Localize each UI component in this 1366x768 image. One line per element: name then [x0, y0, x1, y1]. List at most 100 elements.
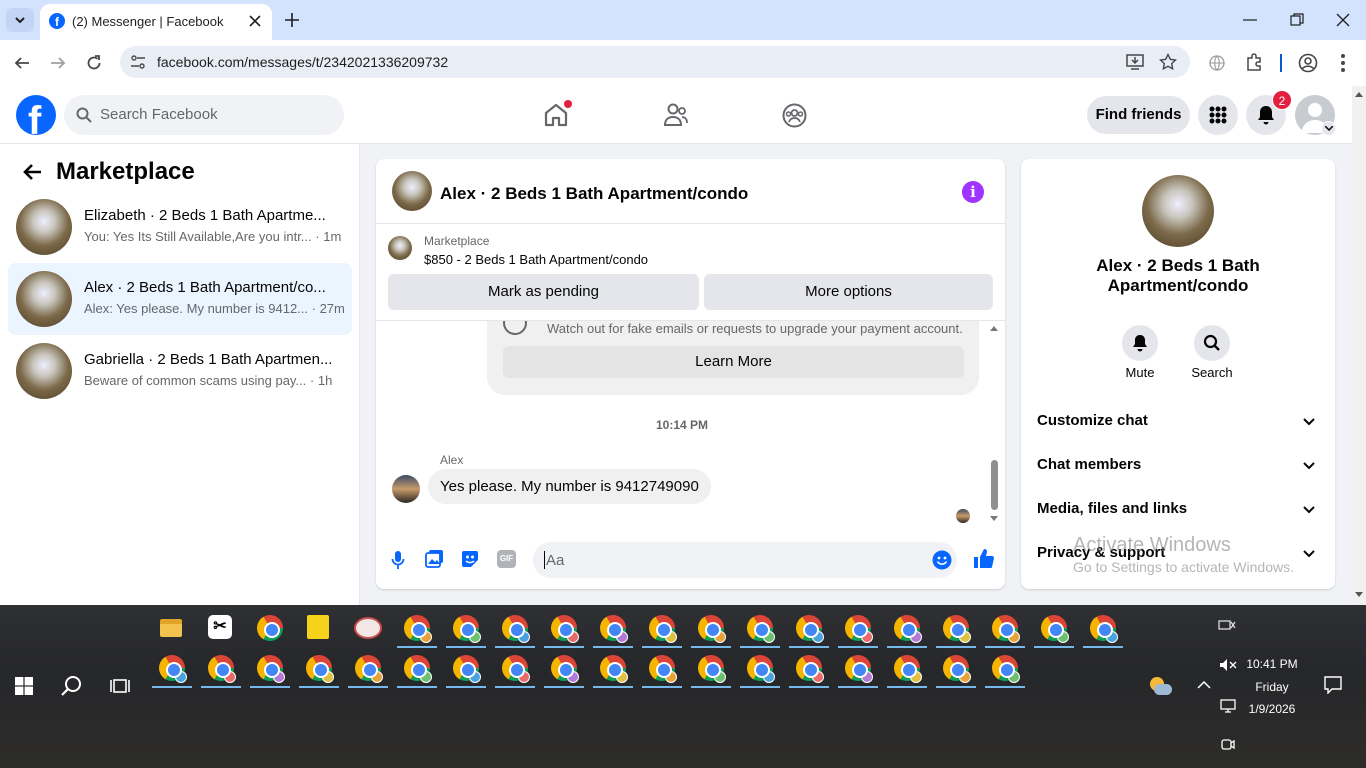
gif-icon[interactable]: GIF	[497, 550, 516, 568]
conversation-item[interactable]: Elizabeth · 2 Beds 1 Bath Apartme... You…	[8, 191, 352, 263]
chrome-profile-window-icon[interactable]	[894, 655, 922, 683]
notification-center-icon[interactable]	[1324, 676, 1342, 694]
minimize-icon[interactable]	[1243, 19, 1257, 21]
chrome-profile-window-icon[interactable]	[453, 655, 481, 683]
sticker-icon[interactable]	[460, 549, 480, 569]
capcut-icon[interactable]: ✂	[208, 615, 232, 639]
chrome-profile-window-icon[interactable]	[992, 655, 1020, 683]
chrome-profile-window-icon[interactable]	[943, 655, 971, 683]
chrome-profile-window-icon[interactable]	[600, 655, 628, 683]
chrome-profile-window-icon[interactable]	[208, 655, 236, 683]
chrome-profile-window-icon[interactable]	[649, 615, 677, 643]
volume-muted-icon[interactable]	[1219, 658, 1237, 672]
weather-icon[interactable]	[1148, 675, 1172, 697]
groups-icon[interactable]	[782, 103, 807, 128]
chrome-profile-window-icon[interactable]	[551, 655, 579, 683]
message-input[interactable]: Aa	[533, 542, 957, 578]
back-icon[interactable]	[14, 55, 30, 71]
media-files-links-section[interactable]: Media, files and links	[1037, 500, 1319, 524]
chrome-profile-window-icon[interactable]	[747, 655, 775, 683]
conversation-info-icon[interactable]: i	[962, 181, 984, 203]
listing-thumbnail[interactable]	[388, 236, 412, 260]
windows-start-icon[interactable]	[15, 677, 33, 695]
chrome-profile-window-icon[interactable]	[747, 615, 775, 643]
close-window-icon[interactable]	[1336, 13, 1350, 27]
network-icon[interactable]	[1220, 699, 1236, 713]
new-tab-icon[interactable]	[284, 12, 300, 28]
taskbar-search-icon[interactable]	[61, 675, 83, 697]
paint-icon[interactable]	[354, 617, 382, 639]
listing-title[interactable]: $850 - 2 Beds 1 Bath Apartment/condo	[424, 252, 648, 267]
chrome-profile-window-icon[interactable]	[404, 615, 432, 643]
site-settings-icon[interactable]	[130, 55, 146, 69]
emoji-icon[interactable]	[932, 550, 952, 570]
tab-search-button[interactable]	[6, 8, 34, 32]
message-bubble[interactable]: Yes please. My number is 9412749090	[428, 469, 711, 504]
chrome-profile-window-icon[interactable]	[502, 615, 530, 643]
search-in-chat-button[interactable]	[1194, 325, 1230, 361]
chrome-profile-window-icon[interactable]	[796, 655, 824, 683]
reload-icon[interactable]	[86, 55, 102, 71]
chrome-profile-window-icon[interactable]	[845, 615, 873, 643]
chrome-profile-window-icon[interactable]	[992, 615, 1020, 643]
chrome-profile-window-icon[interactable]	[649, 655, 677, 683]
install-app-icon[interactable]	[1126, 54, 1144, 70]
chrome-profile-window-icon[interactable]	[894, 615, 922, 643]
chrome-profile-window-icon[interactable]	[845, 655, 873, 683]
browser-tab[interactable]: f (2) Messenger | Facebook	[40, 4, 272, 40]
show-hidden-icons-icon[interactable]	[1197, 681, 1211, 689]
sender-avatar[interactable]	[392, 475, 420, 503]
forward-icon[interactable]	[50, 55, 66, 71]
menu-button[interactable]	[1198, 95, 1238, 135]
tray-network-status-icon[interactable]	[1218, 618, 1236, 632]
page-scrollbar[interactable]	[1352, 86, 1366, 605]
file-explorer-icon[interactable]	[160, 619, 182, 637]
chrome-profile-window-icon[interactable]	[698, 615, 726, 643]
chrome-icon[interactable]	[257, 615, 283, 641]
restore-icon[interactable]	[1290, 13, 1304, 27]
clock-day[interactable]: Friday	[1243, 680, 1301, 694]
bookmark-star-icon[interactable]	[1159, 53, 1177, 71]
chrome-profile-window-icon[interactable]	[159, 655, 187, 683]
chrome-profile-window-icon[interactable]	[698, 655, 726, 683]
chrome-profile-window-icon[interactable]	[796, 615, 824, 643]
chrome-profile-window-icon[interactable]	[551, 615, 579, 643]
chrome-profile-window-icon[interactable]	[257, 655, 285, 683]
chrome-profile-window-icon[interactable]	[1041, 615, 1069, 643]
info-avatar[interactable]	[1142, 175, 1214, 247]
close-tab-icon[interactable]	[248, 14, 262, 28]
learn-more-button[interactable]: Learn More	[503, 346, 964, 378]
chrome-profile-window-icon[interactable]	[600, 615, 628, 643]
conversation-item[interactable]: Gabriella · 2 Beds 1 Bath Apartmen... Be…	[8, 335, 352, 407]
message-scrollbar[interactable]	[987, 322, 1001, 527]
chat-title[interactable]: Alex · 2 Beds 1 Bath Apartment/condo	[440, 184, 748, 204]
chat-members-section[interactable]: Chat members	[1037, 456, 1319, 480]
profile-icon[interactable]	[1298, 53, 1318, 73]
conversation-item-active[interactable]: Alex · 2 Beds 1 Bath Apartment/co... Ale…	[8, 263, 352, 335]
mute-button[interactable]	[1122, 325, 1158, 361]
chrome-profile-window-icon[interactable]	[306, 655, 334, 683]
clock-time[interactable]: 10:41 PM	[1243, 657, 1301, 671]
translate-icon[interactable]	[1209, 55, 1225, 71]
chat-avatar[interactable]	[392, 171, 432, 211]
friends-icon[interactable]	[663, 103, 689, 127]
meet-now-icon[interactable]	[1221, 737, 1235, 751]
clock-date[interactable]: 1/9/2026	[1243, 702, 1301, 716]
chrome-menu-icon[interactable]	[1341, 54, 1345, 72]
sticky-notes-icon[interactable]	[307, 615, 329, 639]
facebook-logo[interactable]: f	[16, 95, 56, 135]
scrollbar-thumb[interactable]	[991, 460, 998, 510]
chrome-profile-window-icon[interactable]	[502, 655, 530, 683]
more-options-button[interactable]: More options	[704, 274, 993, 310]
url-bar[interactable]: facebook.com/messages/t/2342021336209732	[120, 46, 1190, 78]
facebook-search-input[interactable]: Search Facebook	[64, 95, 344, 135]
chrome-profile-window-icon[interactable]	[943, 615, 971, 643]
mark-as-pending-button[interactable]: Mark as pending	[388, 274, 699, 310]
task-view-icon[interactable]	[110, 677, 130, 695]
microphone-icon[interactable]	[391, 550, 405, 570]
thumbs-up-icon[interactable]	[973, 548, 994, 569]
find-friends-button[interactable]: Find friends	[1087, 96, 1190, 134]
message-list[interactable]: Watch out for fake emails or requests to…	[376, 321, 1005, 527]
extensions-icon[interactable]	[1245, 53, 1263, 71]
photo-icon[interactable]	[425, 549, 444, 568]
